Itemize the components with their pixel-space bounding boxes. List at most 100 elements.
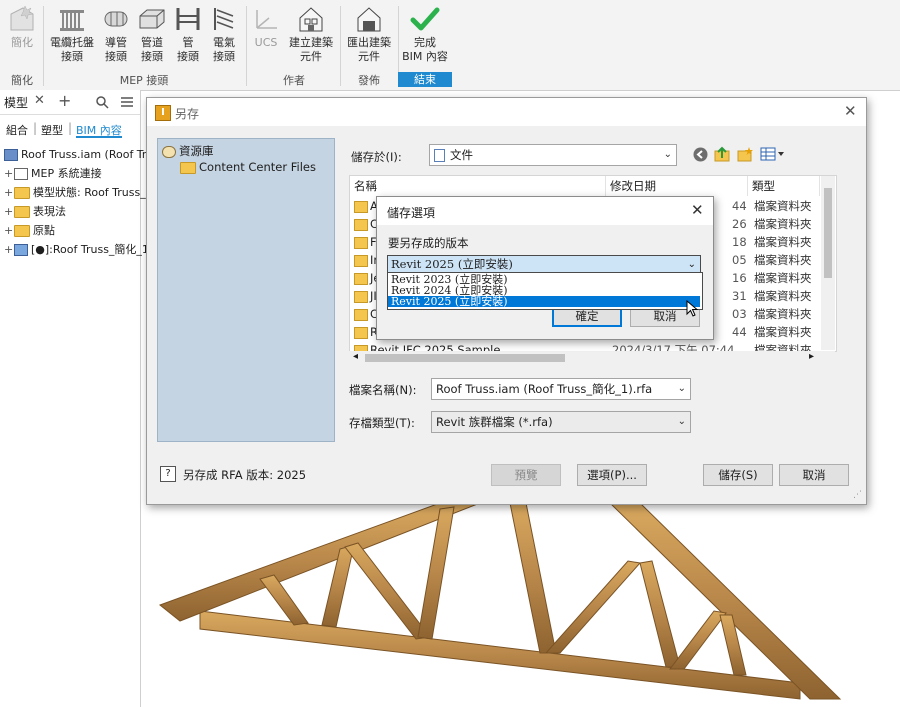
library-node[interactable]: 資源庫 — [162, 143, 214, 159]
active-tab-indicator — [76, 136, 122, 138]
view-menu-icon[interactable] — [760, 147, 784, 161]
electrical-connector-button[interactable]: 電氣 接頭 — [206, 4, 242, 64]
folder-icon — [14, 187, 30, 199]
tree-item-model-state[interactable]: + 模型狀態: Roof Truss_ — [4, 185, 146, 201]
column-header-type[interactable]: 類型 — [748, 176, 820, 196]
up-folder-icon[interactable] — [714, 146, 730, 162]
tree-item-simplified-part[interactable]: + [●]:Roof Truss_簡化_1 — [4, 242, 149, 258]
duct-icon — [139, 9, 165, 29]
filename-label: 檔案名稱(N): — [349, 383, 417, 397]
folder-icon — [354, 309, 368, 321]
ribbon: 簡化 電纜托盤 接頭 導管 接頭 管道 接頭 管 接頭 電氣 接頭 UCS 建立… — [0, 0, 900, 91]
expand-icon[interactable]: + — [4, 242, 14, 258]
preview-button[interactable]: 預覽 — [491, 464, 561, 486]
back-icon[interactable] — [693, 147, 708, 162]
mep-icon — [14, 168, 28, 180]
duct-connector-button[interactable]: 管道 接頭 — [134, 4, 170, 64]
chevron-down-icon: ⌄ — [677, 383, 686, 394]
folder-icon — [354, 255, 368, 267]
horizontal-scrollbar[interactable]: ◂ ▸ — [349, 351, 835, 365]
group-label-finish: 結束 — [398, 72, 452, 87]
tab-assembly[interactable]: 組合 — [6, 122, 28, 138]
tree-item-mep[interactable]: + MEP 系統連接 — [4, 166, 102, 182]
ribbon-separator — [43, 6, 44, 86]
library-icon — [162, 145, 176, 158]
content-center-node[interactable]: Content Center Files — [180, 160, 316, 174]
author-component-button[interactable]: 建立建築 元件 — [284, 4, 338, 64]
cable-tray-icon — [60, 10, 84, 31]
electrical-icon — [214, 8, 234, 30]
simplify-button[interactable]: 簡化 — [4, 4, 40, 50]
expand-icon[interactable]: + — [4, 166, 14, 182]
rfa-version-info: 另存成 RFA 版本: 2025 — [183, 468, 307, 482]
ucs-button[interactable]: UCS — [250, 4, 282, 50]
filetype-dropdown[interactable]: Revit 族群檔案 (*.rfa) ⌄ — [431, 411, 691, 433]
group-label-author: 作者 — [283, 74, 305, 87]
expand-icon[interactable]: + — [4, 223, 14, 239]
tab-modeling[interactable]: 塑型 — [41, 122, 63, 138]
resize-grip-icon[interactable]: ⋰ — [853, 490, 862, 500]
save-in-label: 儲存於(I): — [351, 150, 402, 164]
scrollbar-thumb[interactable] — [365, 354, 565, 362]
add-icon[interactable]: + — [58, 91, 71, 110]
options-button[interactable]: 選項(P)... — [577, 464, 647, 486]
save-button[interactable]: 儲存(S) — [703, 464, 773, 486]
cancel-button[interactable]: 取消 — [779, 464, 849, 486]
options-titlebar: 儲存選項 ✕ — [377, 197, 713, 225]
close-icon[interactable]: ✕ — [34, 93, 45, 108]
save-options-dialog: 儲存選項 ✕ 要另存成的版本 Revit 2025 (立即安裝) ⌄ 確定 取消 — [376, 196, 714, 340]
folder-icon — [354, 219, 368, 231]
folder-icon — [354, 327, 368, 339]
dialog-titlebar: I 另存 ✕ — [147, 98, 866, 126]
tab-separator: | — [68, 121, 73, 135]
scroll-right-icon[interactable]: ▸ — [809, 351, 814, 362]
assembly-icon — [4, 149, 18, 161]
tree-root[interactable]: Roof Truss.iam (Roof Truss — [4, 147, 165, 163]
tree-item-origin[interactable]: + 原點 — [4, 223, 55, 239]
tree-item-representations[interactable]: + 表現法 — [4, 204, 66, 220]
cable-tray-connector-button[interactable]: 電纜托盤 接頭 — [46, 4, 98, 64]
pipe-icon — [176, 8, 200, 30]
filetype-label: 存檔類型(T): — [349, 416, 415, 430]
folder-icon — [14, 206, 30, 218]
scroll-left-icon[interactable]: ◂ — [353, 351, 358, 362]
folder-icon — [354, 273, 368, 285]
help-icon[interactable]: ? — [160, 466, 176, 482]
pipe-connector-button[interactable]: 管 接頭 — [170, 4, 206, 64]
part-icon — [14, 244, 28, 256]
scrollbar-thumb[interactable] — [824, 188, 832, 278]
column-header-date[interactable]: 修改日期 — [606, 176, 748, 196]
expand-icon[interactable]: + — [4, 185, 14, 201]
inventor-app-icon: I — [155, 105, 171, 121]
version-label: 要另存成的版本 — [388, 236, 469, 250]
conduit-connector-button[interactable]: 導管 接頭 — [98, 4, 134, 64]
conduit-icon — [104, 11, 128, 27]
chevron-down-icon: ⌄ — [687, 259, 696, 270]
vertical-scrollbar[interactable] — [821, 176, 835, 350]
expand-icon[interactable]: + — [4, 204, 14, 220]
roof-truss-model — [158, 503, 842, 700]
save-in-dropdown[interactable]: 文件 ⌄ — [429, 144, 677, 166]
tab-separator: | — [33, 121, 38, 135]
export-component-button[interactable]: 匯出建築 元件 — [342, 4, 396, 64]
version-dropdown[interactable]: Revit 2025 (立即安裝) ⌄ — [387, 255, 701, 273]
file-row[interactable]: Revit IFC 2025 Sample 2024/3/17 下午 07:44 檔… — [350, 341, 820, 351]
panel-title: 模型 — [4, 96, 29, 110]
menu-icon[interactable] — [120, 96, 134, 108]
filename-input[interactable]: Roof Truss.iam (Roof Truss_簡化_1).rfa ⌄ — [431, 378, 691, 400]
places-panel: 資源庫 Content Center Files — [157, 138, 335, 442]
group-label-publish: 發佈 — [358, 74, 380, 87]
document-icon — [434, 149, 445, 162]
version-options-list: Revit 2023 (立即安裝) Revit 2024 (立即安裝) Revi… — [387, 272, 703, 310]
folder-icon — [354, 291, 368, 303]
new-folder-icon[interactable] — [737, 146, 753, 162]
divider — [0, 114, 140, 115]
ucs-icon — [256, 10, 277, 29]
mouse-cursor-icon — [686, 300, 699, 317]
simplify-icon — [10, 5, 34, 31]
finish-bim-content-button[interactable]: 完成 BIM 內容 — [398, 4, 452, 64]
close-icon[interactable]: ✕ — [844, 102, 857, 120]
version-option-selected[interactable]: Revit 2025 (立即安裝) — [388, 296, 700, 307]
close-icon[interactable]: ✕ — [691, 201, 704, 219]
search-icon[interactable] — [96, 96, 109, 109]
